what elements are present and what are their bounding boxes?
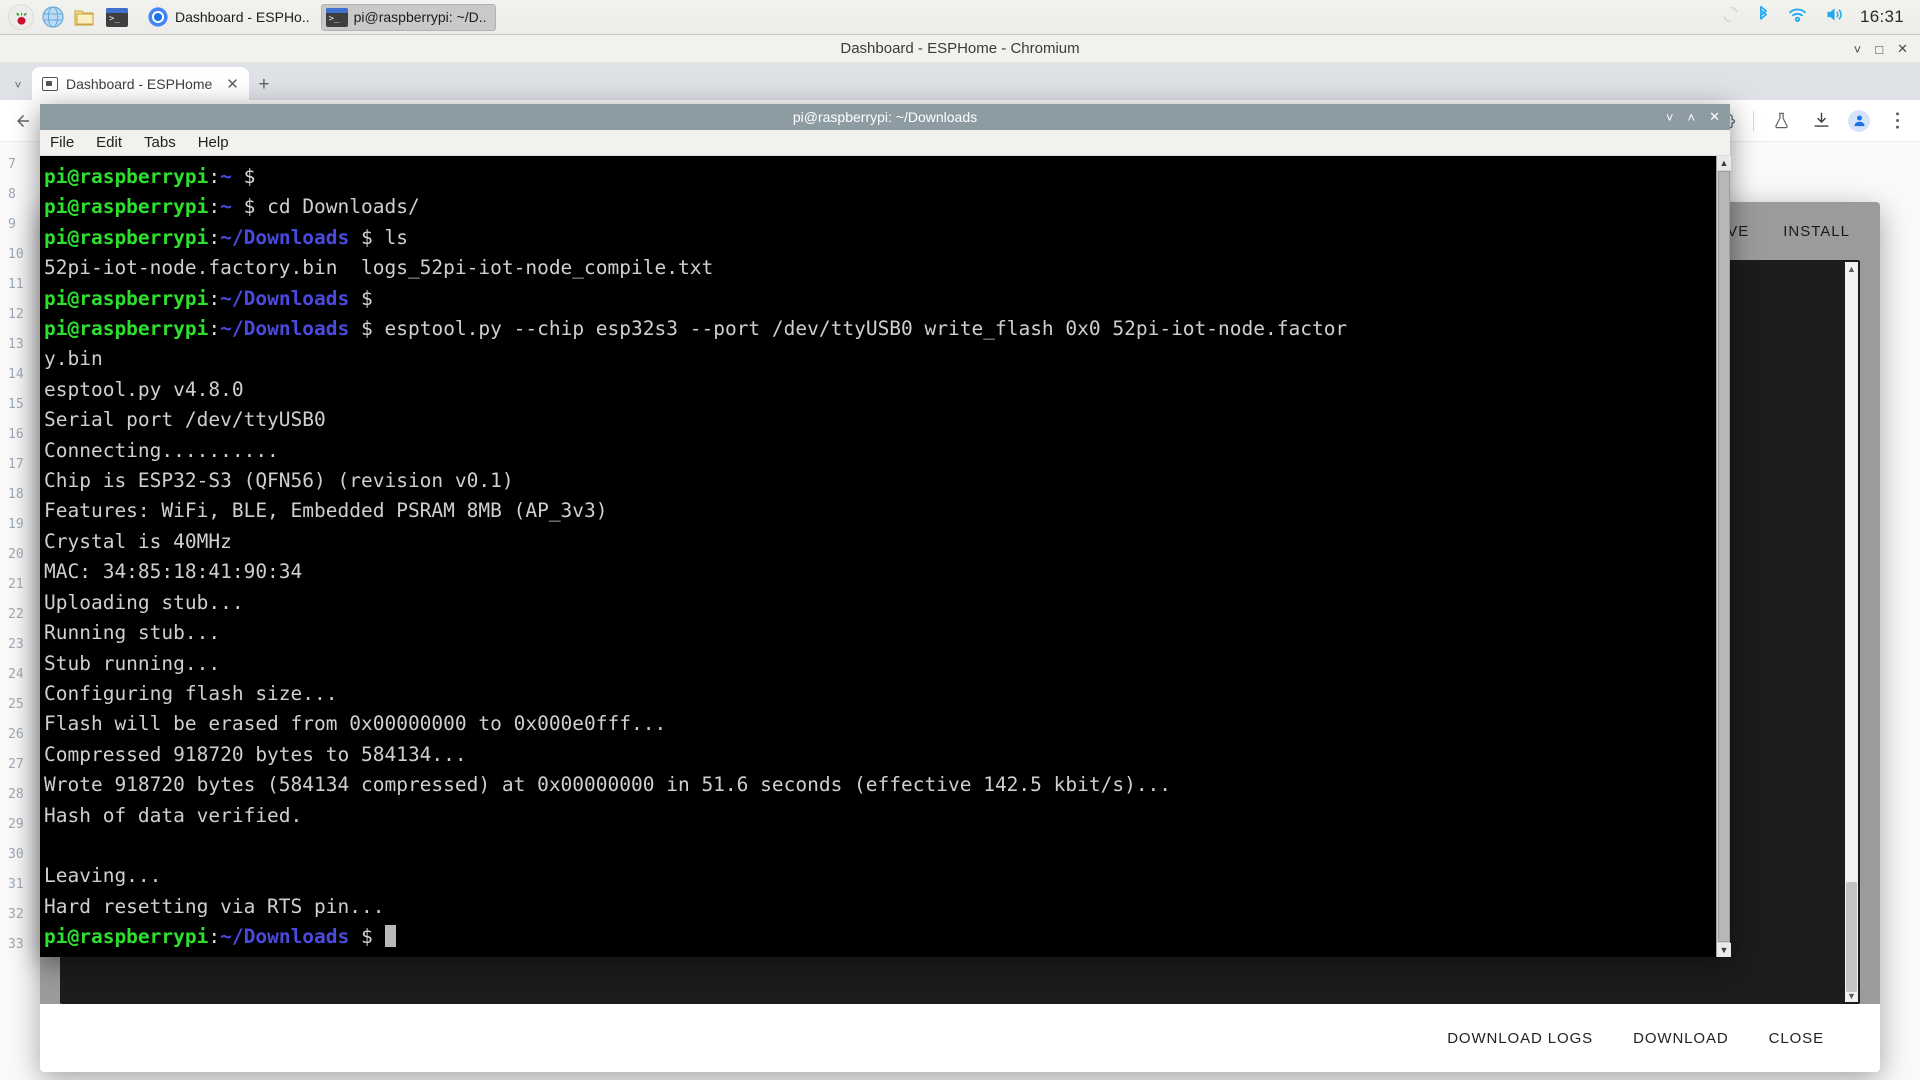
chromium-titlebar: Dashboard - ESPHome - Chromium ˅ □ ✕ [0,35,1920,63]
terminal-prompt-line: pi@raspberrypi:~/Downloads $ [44,925,396,948]
menu-file[interactable]: File [50,134,74,151]
terminal-output-line: Uploading stub... [44,590,244,614]
terminal-output-line: Configuring flash size... [44,681,338,705]
taskbar-window-label: Dashboard - ESPHo.. [175,9,310,25]
esphome-dialog-footer: DOWNLOAD LOGS DOWNLOAD CLOSE [40,1004,1880,1072]
download-logs-button[interactable]: DOWNLOAD LOGS [1447,1030,1593,1047]
chromium-tabstrip: ˅ Dashboard - ESPHome ✕ + [0,63,1920,100]
editor-line-numbers: 7 8 9 10 11 12 13 14 15 16 17 18 19 20 2… [8,157,24,952]
scrollbar-thumb[interactable] [1846,882,1857,992]
menu-help[interactable]: Help [198,134,229,151]
terminal-icon[interactable]: >_ [102,2,132,32]
terminal-output-line: Compressed 918720 bytes to 584134... [44,742,467,766]
install-button[interactable]: INSTALL [1783,223,1850,240]
scroll-down-icon[interactable]: ▼ [1717,943,1731,957]
taskbar-window-chromium[interactable]: Dashboard - ESPHo.. [142,4,319,31]
raspberry-icon[interactable] [6,2,36,32]
close-button[interactable]: CLOSE [1769,1030,1824,1047]
esphome-log-scrollbar[interactable]: ▲ ▼ [1845,262,1858,1002]
scroll-up-icon[interactable]: ▲ [1717,156,1731,170]
terminal-output-line: 52pi-iot-node.factory.bin logs_52pi-iot-… [44,256,714,280]
download-button[interactable]: DOWNLOAD [1633,1030,1729,1047]
terminal-prompt-line: pi@raspberrypi:~/Downloads $ [44,286,373,310]
terminal-window: pi@raspberrypi: ~/Downloads ˅ ˄ ✕ File E… [40,104,1731,957]
terminal-output-line: Running stub... [44,621,221,645]
tab-search-icon[interactable]: ˅ [4,70,32,100]
close-icon[interactable]: ✕ [1709,109,1720,125]
terminal-prompt-line: pi@raspberrypi:~/Downloads $ ls [44,225,408,249]
labs-flask-icon[interactable] [1768,108,1794,134]
folder-icon[interactable] [70,2,100,32]
desktop: Dashboard - ESPHome - Chromium ˅ □ ✕ ˅ D… [0,0,1920,1080]
taskbar-window-terminal[interactable]: >_ pi@raspberrypi: ~/D.. [320,3,496,31]
terminal-prompt-line: pi@raspberrypi:~/Downloads $ esptool.py … [44,317,1348,341]
terminal-output-line: Connecting.......... [44,438,279,462]
terminal-output-line: MAC: 34:85:18:41:90:34 [44,560,303,584]
terminal-output-line: Crystal is 40MHz [44,529,232,553]
terminal-body[interactable]: pi@raspberrypi:~ $ pi@raspberrypi:~ $ cd… [40,156,1731,957]
taskbar: >_ Dashboard - ESPHo.. >_ pi@raspberrypi… [0,0,1920,35]
maximize-icon[interactable]: ˄ [1688,110,1696,125]
terminal-menubar: File Edit Tabs Help [40,130,1730,156]
terminal-prompt-line: pi@raspberrypi:~ $ [44,165,256,188]
scroll-up-icon[interactable]: ▲ [1845,262,1858,275]
tab-favicon-icon [42,76,58,91]
tab-title: Dashboard - ESPHome [66,75,213,92]
terminal-output[interactable]: pi@raspberrypi:~ $ pi@raspberrypi:~ $ cd… [40,156,1716,957]
back-icon[interactable] [10,108,36,134]
terminal-window-controls: ˅ ˄ ✕ [1666,104,1720,130]
terminal-prompt-line: pi@raspberrypi:~ $ cd Downloads/ [44,195,420,219]
clock[interactable]: 16:31 [1860,7,1904,27]
terminal-scrollbar[interactable]: ▲ ▼ [1716,156,1731,957]
terminal-output-line: Hash of data verified. [44,803,303,827]
new-tab-button[interactable]: + [249,70,279,100]
terminal-output-line: Hard resetting via RTS pin... [44,894,385,918]
chrome-menu-icon[interactable] [1884,108,1910,134]
minimize-icon[interactable]: ˅ [1666,110,1674,125]
wifi-icon[interactable] [1786,4,1809,30]
terminal-output-line: y.bin [44,347,103,371]
globe-icon[interactable] [38,2,68,32]
volume-icon[interactable] [1823,4,1846,30]
terminal-output-line: Stub running... [44,651,221,675]
tab-close-icon[interactable]: ✕ [226,75,239,93]
terminal-titlebar: pi@raspberrypi: ~/Downloads ˅ ˄ ✕ [40,104,1730,130]
terminal-output-line: Chip is ESP32-S3 (QFN56) (revision v0.1) [44,469,514,493]
browser-tab-dashboard[interactable]: Dashboard - ESPHome ✕ [32,67,249,100]
menu-tabs[interactable]: Tabs [144,134,176,151]
chromium-window-controls: ˅ □ ✕ [1854,35,1908,63]
scrollbar-thumb[interactable] [1718,171,1730,942]
minimize-icon[interactable]: ˅ [1854,42,1862,57]
downloads-icon[interactable] [1808,108,1834,134]
menu-edit[interactable]: Edit [96,134,122,151]
terminal-output-line: Serial port /dev/ttyUSB0 [44,408,326,432]
terminal-output-line: Leaving... [44,864,162,888]
system-tray: 16:31 [1720,4,1914,30]
taskbar-window-label: pi@raspberrypi: ~/D.. [353,9,487,25]
updates-icon[interactable] [1720,4,1741,30]
terminal-window-title: pi@raspberrypi: ~/Downloads [792,109,978,125]
scroll-down-icon[interactable]: ▼ [1845,989,1858,1002]
chromium-window-title: Dashboard - ESPHome - Chromium [840,40,1080,57]
bluetooth-icon[interactable] [1755,4,1772,30]
terminal-output-line: Flash will be erased from 0x00000000 to … [44,712,667,736]
close-icon[interactable]: ✕ [1897,41,1908,57]
terminal-output-line: Wrote 918720 bytes (584134 compressed) a… [44,773,1172,797]
maximize-icon[interactable]: □ [1875,42,1883,57]
terminal-output-line: Features: WiFi, BLE, Embedded PSRAM 8MB … [44,499,608,523]
toolbar-divider [1753,110,1754,131]
profile-avatar[interactable] [1848,109,1870,132]
terminal-cursor [384,925,396,948]
terminal-output-line: esptool.py v4.8.0 [44,377,244,401]
